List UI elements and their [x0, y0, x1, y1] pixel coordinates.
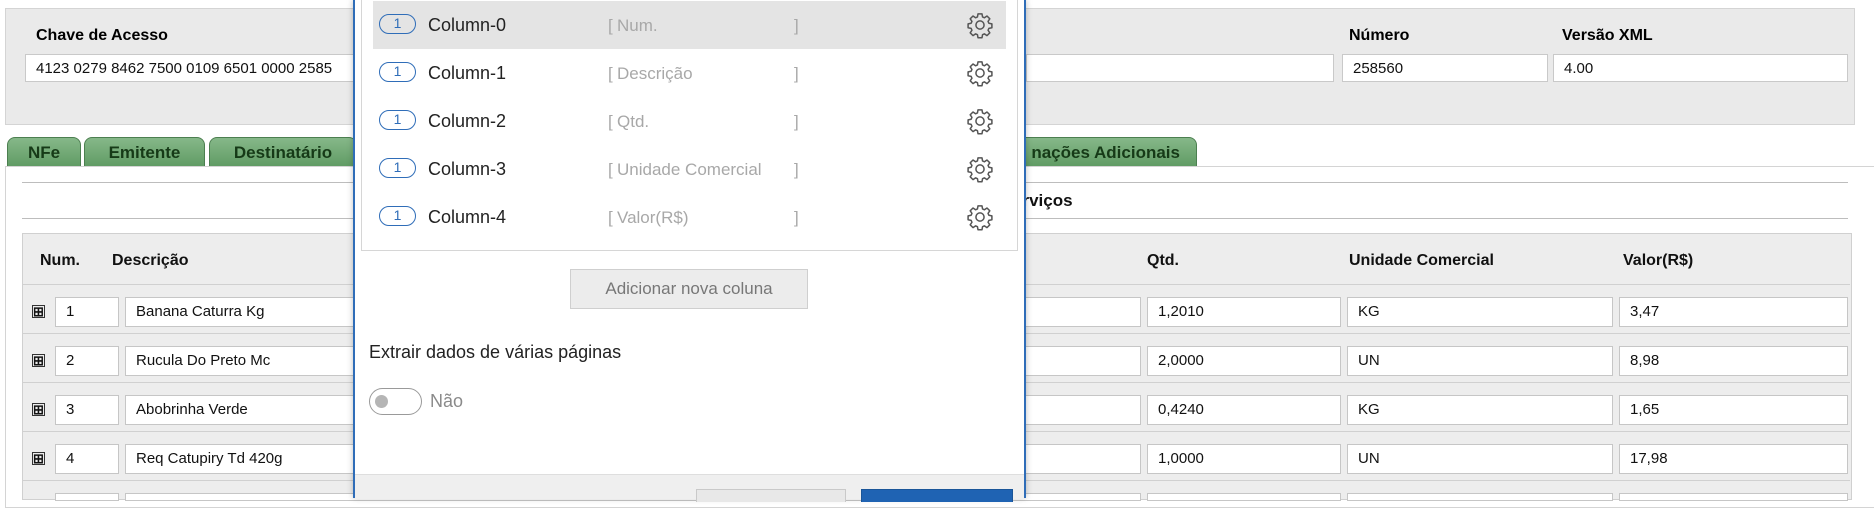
row-unidade-field[interactable]: UN — [1347, 444, 1613, 474]
column-badge: 1 — [379, 62, 416, 82]
col-header-num: Num. — [40, 252, 80, 269]
row-valor-field[interactable]: 3,47 — [1619, 297, 1848, 327]
column-mapping-value: Valor(R$) — [617, 208, 689, 227]
empty-header-field[interactable] — [1026, 54, 1334, 82]
row-valor-field[interactable]: 17,98 — [1619, 444, 1848, 474]
expand-row-icon[interactable]: ⊞ — [32, 403, 45, 416]
gear-icon[interactable] — [966, 203, 994, 231]
column-name: Column-1 — [428, 63, 507, 83]
column-badge: 1 — [379, 158, 416, 178]
row-num-field[interactable]: 2 — [55, 346, 119, 376]
col-header-qtd: Qtd. — [1147, 252, 1179, 269]
column-mapping-close: ] — [794, 16, 799, 35]
number-label: Número — [1349, 27, 1410, 44]
column-badge: 1 — [379, 110, 416, 130]
row-num-field[interactable]: 4 — [55, 444, 119, 474]
column-mapping-open: [ — [608, 16, 613, 35]
column-mapping-open: [ — [608, 64, 613, 83]
row-num-field[interactable]: 1 — [55, 297, 119, 327]
column-mapping-value: Descrição — [617, 64, 693, 83]
row-num-field[interactable] — [55, 493, 119, 501]
row-valor-field[interactable] — [1619, 493, 1848, 501]
multi-page-toggle-label: Não — [430, 391, 464, 411]
row-qtd-field[interactable]: 2,0000 — [1147, 346, 1341, 376]
row-num-field[interactable]: 3 — [55, 395, 119, 425]
row-unidade-field[interactable]: KG — [1347, 297, 1613, 327]
column-mapping-close: ] — [794, 208, 799, 227]
column-mapping-value: Num. — [617, 16, 658, 35]
expand-row-icon[interactable]: ⊞ — [32, 305, 45, 318]
col-header-unidade: Unidade Comercial — [1349, 252, 1494, 269]
gear-icon[interactable] — [966, 59, 994, 87]
tab-emitente[interactable]: Emitente — [84, 137, 205, 167]
column-mapping-value: Unidade Comercial — [617, 160, 762, 179]
col-header-descricao: Descrição — [112, 252, 189, 269]
column-mapping-open: [ — [608, 112, 613, 131]
expand-row-icon[interactable]: ⊞ — [32, 452, 45, 465]
column-badge: 1 — [379, 206, 416, 226]
row-unidade-field[interactable]: UN — [1347, 346, 1613, 376]
row-unidade-field[interactable]: KG — [1347, 395, 1613, 425]
column-badge: 1 — [379, 14, 416, 34]
add-column-button[interactable]: Adicionar nova coluna — [570, 269, 808, 309]
column-name: Column-3 — [428, 159, 507, 179]
column-mapping-close: ] — [794, 112, 799, 131]
col-header-valor: Valor(R$) — [1623, 252, 1694, 269]
xml-version-field[interactable]: 4.00 — [1553, 54, 1848, 82]
row-qtd-field[interactable]: 1,0000 — [1147, 444, 1341, 474]
row-unidade-field[interactable] — [1347, 493, 1613, 501]
row-qtd-field[interactable]: 0,4240 — [1147, 395, 1341, 425]
xml-version-label: Versão XML — [1562, 27, 1653, 44]
gear-icon[interactable] — [966, 155, 994, 183]
row-valor-field[interactable]: 1,65 — [1619, 395, 1848, 425]
confirm-button[interactable] — [861, 489, 1013, 502]
column-mapping-value: Qtd. — [617, 112, 650, 131]
column-mapping-open: [ — [608, 160, 613, 179]
gear-icon[interactable] — [966, 11, 994, 39]
column-name: Column-2 — [428, 111, 507, 131]
access-key-label: Chave de Acesso — [36, 27, 168, 44]
row-qtd-field[interactable]: 1,2010 — [1147, 297, 1341, 327]
column-name: Column-0 — [428, 15, 507, 35]
tab-nfe[interactable]: NFe — [7, 137, 81, 167]
column-name: Column-4 — [428, 207, 507, 227]
expand-row-icon[interactable]: ⊞ — [32, 354, 45, 367]
column-mapping-open: [ — [608, 208, 613, 227]
column-mapping-close: ] — [794, 64, 799, 83]
toggle-knob — [375, 395, 388, 408]
row-qtd-field[interactable] — [1147, 493, 1341, 501]
row-valor-field[interactable]: 8,98 — [1619, 346, 1848, 376]
gear-icon[interactable] — [966, 107, 994, 135]
multi-page-toggle[interactable] — [369, 388, 422, 415]
multi-page-title: Extrair dados de várias páginas — [369, 342, 622, 362]
column-mapping-close: ] — [794, 160, 799, 179]
number-field[interactable]: 258560 — [1342, 54, 1548, 82]
cancel-button[interactable] — [696, 489, 846, 502]
tab-destinatario[interactable]: Destinatário — [209, 137, 357, 167]
access-key-field[interactable]: 4123 0279 8462 7500 0109 6501 0000 2585 — [25, 54, 361, 82]
